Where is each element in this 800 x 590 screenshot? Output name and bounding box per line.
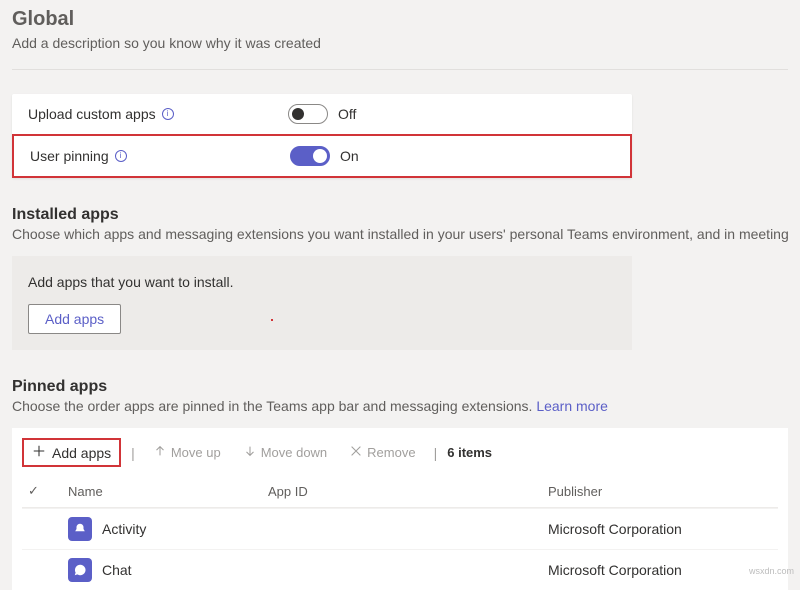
row-publisher: Microsoft Corporation	[548, 562, 772, 578]
setting-upload-custom-apps: Upload custom apps i Off	[12, 94, 632, 134]
separator: |	[131, 445, 135, 461]
installed-apps-heading: Installed apps	[12, 206, 788, 224]
add-apps-button[interactable]: Add apps	[28, 304, 121, 334]
pinning-label: User pinning	[30, 148, 109, 164]
activity-icon	[68, 517, 92, 541]
pinning-toggle-state: On	[340, 148, 359, 164]
x-icon	[349, 444, 363, 461]
pinned-apps-desc: Choose the order apps are pinned in the …	[12, 398, 788, 414]
col-appid-header[interactable]: App ID	[268, 484, 548, 499]
red-dot-icon	[271, 319, 273, 321]
pinned-apps-table: Name App ID Publisher Activity Microsoft…	[12, 467, 788, 590]
col-publisher-header[interactable]: Publisher	[548, 484, 772, 499]
row-name: Chat	[102, 562, 132, 578]
move-down-label: Move down	[261, 445, 327, 460]
pinned-add-apps-label: Add apps	[52, 445, 111, 461]
upload-toggle[interactable]	[288, 104, 328, 124]
watermark: wsxdn.com	[749, 566, 794, 576]
info-icon[interactable]: i	[162, 108, 174, 120]
setting-user-pinning: User pinning i On	[12, 134, 632, 178]
install-box-text: Add apps that you want to install.	[28, 274, 616, 290]
move-down-button[interactable]: Move down	[235, 440, 335, 465]
separator: |	[434, 445, 438, 461]
settings-card: Upload custom apps i Off User pinning i …	[12, 94, 632, 178]
remove-label: Remove	[367, 445, 415, 460]
pinned-add-highlight: Add apps	[22, 438, 121, 467]
move-up-label: Move up	[171, 445, 221, 460]
col-name-header[interactable]: Name	[68, 484, 268, 499]
page-subtitle: Add a description so you know why it was…	[12, 35, 788, 51]
chat-icon	[68, 558, 92, 582]
divider	[12, 69, 788, 70]
info-icon[interactable]: i	[115, 150, 127, 162]
table-row[interactable]: Activity Microsoft Corporation	[22, 508, 778, 549]
item-count: 6 items	[447, 445, 492, 460]
upload-toggle-state: Off	[338, 106, 356, 122]
pinning-toggle[interactable]	[290, 146, 330, 166]
pinned-add-apps-button[interactable]: Add apps	[24, 440, 119, 465]
install-box: Add apps that you want to install. Add a…	[12, 256, 632, 350]
table-header: Name App ID Publisher	[22, 475, 778, 508]
page-title: Global	[12, 8, 788, 31]
remove-button[interactable]: Remove	[341, 440, 423, 465]
table-row[interactable]: Chat Microsoft Corporation	[22, 549, 778, 590]
move-up-button[interactable]: Move up	[145, 440, 229, 465]
pinned-apps-heading: Pinned apps	[12, 378, 788, 396]
learn-more-link[interactable]: Learn more	[536, 398, 608, 414]
plus-icon	[32, 444, 46, 461]
row-publisher: Microsoft Corporation	[548, 521, 772, 537]
row-name: Activity	[102, 521, 146, 537]
check-all-icon[interactable]	[28, 483, 39, 498]
pinned-desc-text: Choose the order apps are pinned in the …	[12, 398, 536, 414]
upload-label: Upload custom apps	[28, 106, 156, 122]
arrow-up-icon	[153, 444, 167, 461]
pinned-toolbar-container: Add apps | Move up Move down Remove | 6 …	[12, 428, 788, 467]
arrow-down-icon	[243, 444, 257, 461]
installed-apps-desc: Choose which apps and messaging extensio…	[12, 226, 788, 242]
